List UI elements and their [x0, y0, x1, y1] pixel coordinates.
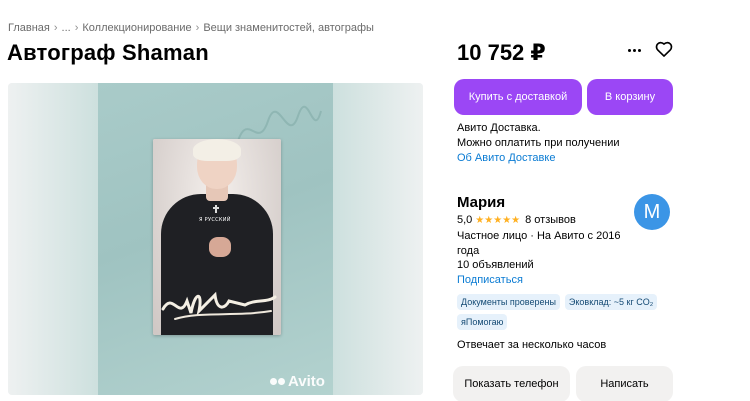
signature-image [161, 291, 277, 320]
avatar[interactable]: М [634, 194, 670, 230]
gallery-blur-right [333, 83, 423, 395]
delivery-info-link[interactable]: Об Авито Доставке [457, 151, 620, 166]
heart-icon[interactable] [654, 39, 674, 59]
gallery-blur-left [8, 83, 98, 395]
buy-with-delivery-button[interactable]: Купить с доставкой [454, 79, 582, 115]
delivery-line-1: Авито Доставка. [457, 122, 541, 134]
seller-type: Частное лицо · На Авито с 2016 года [457, 230, 621, 257]
breadcrumb-separator: › [195, 22, 200, 34]
subscribe-link[interactable]: Подписаться [457, 274, 523, 286]
seller-rating: 5,0 ★★★★★ 8 отзывов [457, 214, 576, 226]
more-dots-icon[interactable] [624, 40, 644, 60]
reviews-count[interactable]: 8 отзывов [525, 214, 576, 226]
breadcrumb-separator: › [53, 22, 58, 34]
breadcrumb-separator: › [74, 22, 79, 34]
page-title: Автограф Shaman [7, 40, 209, 65]
price: 10 752 ₽ [457, 40, 546, 65]
delivery-line-2: Можно оплатить при получении [457, 137, 620, 149]
avito-watermark: Avito [270, 373, 325, 390]
breadcrumb-ellipsis[interactable]: ... [62, 22, 71, 34]
breadcrumb-celebrity-items[interactable]: Вещи знаменитостей, автографы [203, 22, 374, 34]
rating-value: 5,0 [457, 214, 473, 226]
tee-print-text: Я РУССКИЙ [199, 217, 231, 223]
cross-pendant [213, 205, 219, 213]
seller-name[interactable]: Мария [457, 194, 505, 211]
autograph-photo-card: Я РУССКИЙ [153, 139, 281, 335]
star-icon: ★★★★★ [475, 214, 521, 226]
seller-badges: Документы проверены Эковклад: ~5 кг CO₂ … [457, 294, 677, 330]
badge-eco-contribution: Эковклад: ~5 кг CO₂ [564, 294, 658, 310]
write-message-button[interactable]: Написать [576, 366, 673, 401]
badge-documents-verified: Документы проверены [457, 294, 560, 310]
badge-ya-pomogayu: яПомогаю [457, 314, 508, 330]
main-photo[interactable]: Я РУССКИЙ [98, 83, 333, 395]
photo-gallery[interactable]: Я РУССКИЙ Avito [8, 83, 423, 395]
show-phone-button[interactable]: Показать телефон [453, 366, 570, 401]
breadcrumb-collecting[interactable]: Коллекционирование [82, 22, 191, 34]
add-to-cart-button[interactable]: В корзину [587, 79, 673, 115]
response-time: Отвечает за несколько часов [457, 339, 607, 351]
delivery-info: Авито Доставка. Можно оплатить при получ… [457, 121, 620, 166]
breadcrumb: Главная › ... › Коллекционирование › Вещ… [8, 22, 374, 34]
seller-ads-count[interactable]: 10 объявлений [457, 259, 534, 271]
breadcrumb-home[interactable]: Главная [8, 22, 50, 34]
